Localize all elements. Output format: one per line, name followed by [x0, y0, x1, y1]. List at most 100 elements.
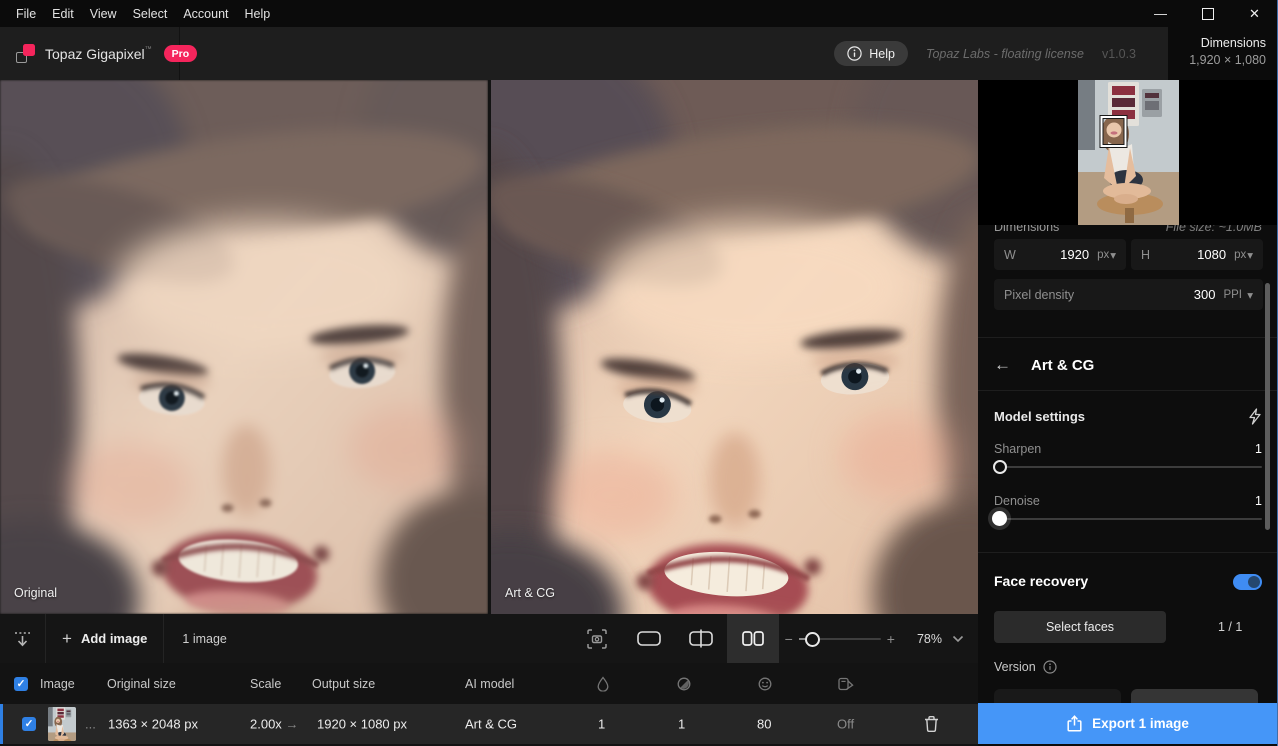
menu-select[interactable]: Select	[133, 7, 168, 21]
menu-account[interactable]: Account	[183, 7, 228, 21]
pixel-density-unit-dropdown[interactable]: PPI ▾	[1223, 288, 1253, 302]
divider	[978, 390, 1278, 391]
menu-help[interactable]: Help	[245, 7, 271, 21]
row-face-recovery-value: 80	[757, 717, 771, 732]
navigator-thumbnail[interactable]	[1078, 80, 1179, 225]
width-unit-dropdown[interactable]: px▾	[1097, 248, 1116, 262]
height-field[interactable]: H 1080 px▾	[1131, 239, 1263, 270]
row-scale[interactable]: 2.00x →	[250, 717, 298, 732]
version-info-icon[interactable]	[1043, 660, 1057, 674]
add-image-label: Add image	[81, 631, 147, 646]
single-view-button[interactable]	[623, 614, 675, 663]
side-by-side-view-button[interactable]	[727, 614, 779, 663]
export-button[interactable]: Export 1 image	[978, 703, 1278, 744]
help-label: Help	[869, 47, 895, 61]
menu-bar: File Edit View Select Account Help — ✕	[0, 0, 1278, 27]
camera-fit-icon	[586, 628, 608, 650]
sharpen-slider[interactable]	[994, 466, 1262, 468]
denoise-slider-handle[interactable]	[992, 511, 1007, 526]
navigator-strip	[978, 80, 1278, 225]
select-faces-label: Select faces	[1046, 620, 1114, 634]
right-sidebar: Dimensions File size: ~1.0MB W 1920 px▾ …	[978, 80, 1278, 746]
face-recovery-toggle[interactable]	[1233, 574, 1262, 590]
delete-row-button[interactable]	[924, 716, 939, 733]
zoom-to-face-button[interactable]	[571, 614, 623, 663]
file-size-label: File size: ~1.0MB	[1166, 225, 1262, 234]
col-image: Image	[40, 677, 75, 691]
denoise-label: Denoise	[994, 494, 1040, 508]
width-field[interactable]: W 1920 px▾	[994, 239, 1126, 270]
height-value[interactable]: 1080	[1197, 247, 1226, 262]
sharpen-row: Sharpen 1	[994, 442, 1262, 456]
export-icon	[1067, 715, 1082, 732]
zoom-slider[interactable]	[799, 638, 881, 640]
sharpen-column-icon	[677, 677, 691, 691]
height-unit-dropdown[interactable]: px▾	[1234, 248, 1253, 262]
original-image-pane[interactable]: Original	[0, 80, 488, 614]
select-faces-button[interactable]: Select faces	[994, 611, 1166, 643]
comparison-canvas: Original Art & CG	[0, 80, 978, 614]
bottom-toolbar: + Add image 1 image	[0, 614, 978, 663]
denoise-slider[interactable]	[994, 518, 1262, 520]
row-checkbox[interactable]: ✓	[22, 717, 36, 731]
face-recovery-title: Face recovery	[994, 573, 1088, 589]
navigator-photo	[1078, 80, 1179, 225]
app-title: Topaz Gigapixel™	[45, 46, 152, 62]
width-label: W	[1004, 248, 1016, 262]
queue-row[interactable]: ✓ ... 1363 × 2048 px 2.00x → 1920 × 1080…	[0, 704, 978, 744]
original-photo	[0, 80, 488, 614]
collapse-panel-button[interactable]	[0, 614, 45, 663]
model-settings-title: Model settings	[994, 409, 1085, 424]
menu-file[interactable]: File	[16, 7, 36, 21]
image-count: 1 image	[164, 632, 226, 646]
help-button[interactable]: Help	[834, 41, 908, 66]
row-original-size: 1363 × 2048 px	[108, 717, 198, 732]
model-panel-title: Art & CG	[1031, 357, 1094, 374]
processed-image-pane[interactable]: Art & CG	[491, 80, 978, 614]
menu-edit[interactable]: Edit	[52, 7, 74, 21]
select-all-checkbox[interactable]: ✓	[14, 677, 28, 691]
row-ai-model[interactable]: Art & CG	[465, 717, 517, 732]
chevron-down-icon[interactable]	[952, 635, 964, 643]
menu-view[interactable]: View	[90, 7, 117, 21]
sharpen-label: Sharpen	[994, 442, 1041, 456]
minimize-button[interactable]: —	[1137, 0, 1184, 27]
version-option-2-button[interactable]	[1131, 689, 1258, 703]
zoom-slider-handle[interactable]	[805, 632, 820, 647]
color-profile-column-icon	[838, 677, 854, 691]
checkbox-checked-icon: ✓	[22, 717, 36, 731]
split-view-icon	[689, 629, 713, 648]
col-output-size: Output size	[312, 677, 375, 691]
export-label: Export 1 image	[1092, 716, 1189, 731]
row-denoise-value: 1	[598, 717, 605, 732]
split-view-button[interactable]	[675, 614, 727, 663]
add-image-button[interactable]: + Add image	[46, 614, 163, 663]
faces-count: 1 / 1	[1218, 620, 1242, 634]
license-text: Topaz Labs - floating license	[926, 47, 1084, 61]
single-view-icon	[637, 631, 661, 646]
maximize-icon	[1202, 8, 1214, 20]
close-button[interactable]: ✕	[1231, 0, 1278, 27]
row-thumbnail	[48, 707, 76, 741]
divider	[978, 552, 1278, 553]
model-settings-row: Model settings	[994, 408, 1262, 425]
sharpen-slider-handle[interactable]	[993, 460, 1007, 474]
zoom-out-button[interactable]: −	[779, 631, 799, 647]
app-version: v1.0.3	[1102, 47, 1136, 61]
auto-settings-icon[interactable]	[1248, 408, 1262, 425]
pixel-density-field[interactable]: Pixel density 300 PPI ▾	[994, 279, 1263, 310]
col-scale: Scale	[250, 677, 281, 691]
pro-badge: Pro	[164, 45, 198, 62]
row-filename: ...	[85, 717, 96, 732]
version-option-1-button[interactable]	[994, 689, 1121, 703]
col-ai-model: AI model	[465, 677, 514, 691]
zoom-in-button[interactable]: +	[881, 631, 901, 647]
pixel-density-value[interactable]: 300	[1194, 287, 1216, 302]
checkbox-checked-icon: ✓	[14, 677, 28, 691]
width-value[interactable]: 1920	[1060, 247, 1089, 262]
zoom-percent[interactable]: 78%	[917, 632, 942, 646]
processed-photo	[491, 80, 978, 614]
back-arrow-button[interactable]: ←	[994, 355, 1011, 375]
sidebar-scrollbar[interactable]	[1265, 283, 1270, 530]
maximize-button[interactable]	[1184, 0, 1231, 27]
